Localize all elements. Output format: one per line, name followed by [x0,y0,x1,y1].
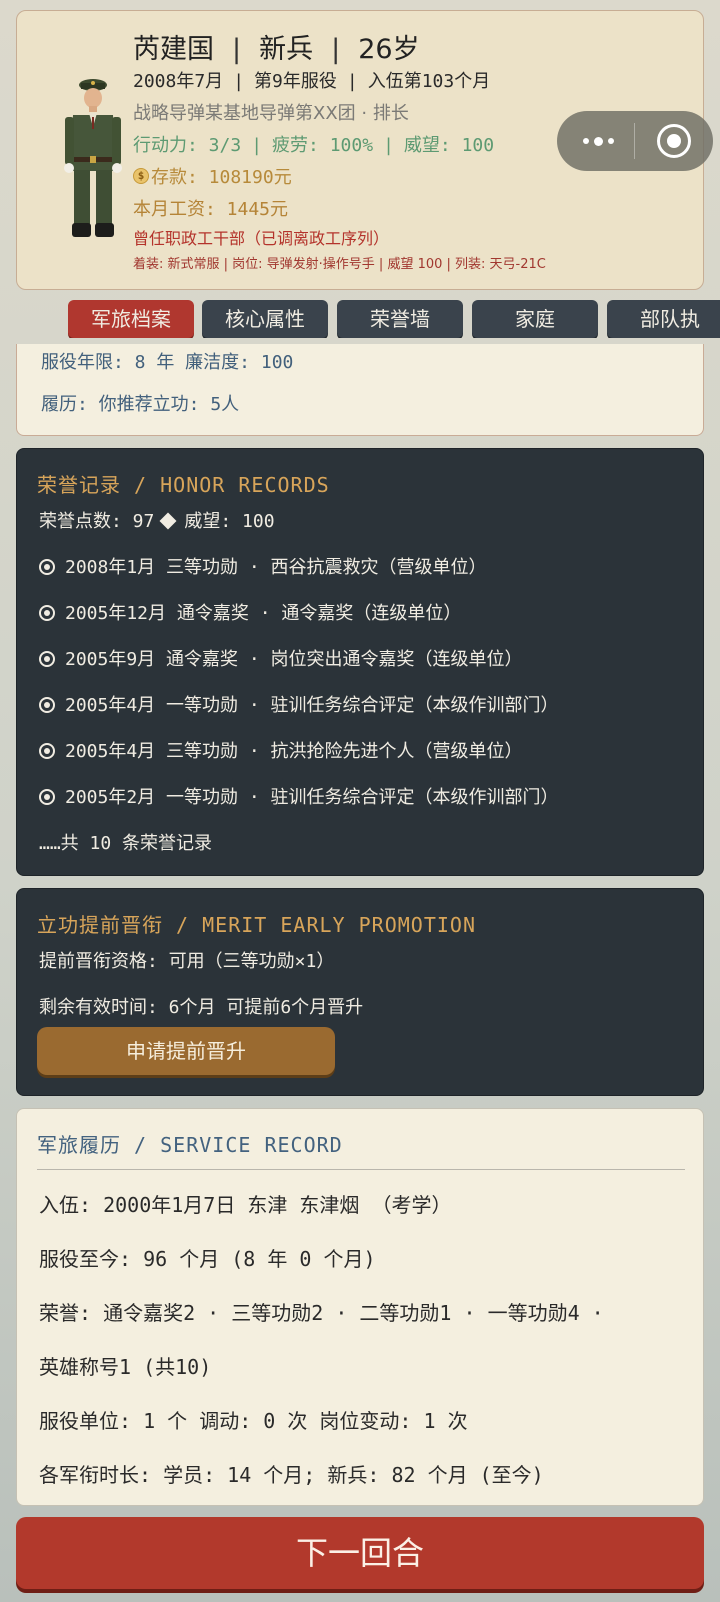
record-icon [39,789,55,805]
profile-header: 芮建国 | 新兵 | 26岁 [133,34,420,65]
service-year: 第9年服役 [254,71,337,92]
honor-record: 2005年2月 一等功勋 · 驻训任务综合评定（本级作训部门） [39,783,559,809]
enlist-months: 入伍第103个月 [367,71,491,92]
former-position: 曾任职政工干部（已调离政工序列） [133,229,390,248]
promotion-eligibility: 提前晋衔资格: 可用（三等功勋×1） [39,951,335,972]
merit-promotion-panel: 立功提前晋衔 / MERIT EARLY PROMOTION 提前晋衔资格: 可… [16,888,704,1096]
profile-card: 芮建国 | 新兵 | 26岁 2008年7月 | 第9年服役 | 入伍第103个月 战略导弹某基… [16,10,713,290]
tab-archive[interactable]: 军旅档案 [68,300,194,338]
action-points: 行动力: 3/3 [133,135,242,156]
honor-record: 2008年1月 三等功勋 · 西谷抗震救灾（营级单位） [39,553,487,579]
honor-points: 荣誉点数: 97 [39,511,155,532]
tab-family[interactable]: 家庭 [472,300,598,338]
savings-line: $ 存款: 108190元 [133,163,292,189]
savings: 存款: 108190元 [151,167,292,188]
honor-record-text: 2005年9月 通令嘉奖 · 岗位突出通令嘉奖（连级单位） [65,649,523,670]
apply-early-promotion-button[interactable]: 申请提前晋升 [37,1027,335,1075]
monthly-wage: 本月工资: 1445元 [133,199,289,220]
equipment-line: 着装: 新式常服 | 岗位: 导弹发射·操作号手 | 威望 100 | 列装: … [133,257,546,272]
service-line: 服役单位: 1 个 调动: 0 次 岗位变动: 1 次 [39,1409,468,1433]
service-years: 服役年限: 8 年 廉洁度: 100 [41,352,294,373]
merit-title: 立功提前晋衔 / MERIT EARLY PROMOTION [37,913,476,937]
profile-name: 芮建国 [133,34,214,65]
tab-bar: 军旅档案 核心属性 荣誉墙 家庭 部队执 [0,300,720,338]
honor-record-text: 2008年1月 三等功勋 · 西谷抗震救灾（营级单位） [65,557,487,578]
soldier-avatar-icon [64,79,122,237]
prestige: 威望: 100 [403,135,495,156]
diamond-icon [159,512,177,530]
honor-records-panel: 荣誉记录 / HONOR RECORDS 荣誉点数: 97 威望: 100 200… [16,448,704,876]
recommendation-record: 履历: 你推荐立功: 5人 [41,394,240,415]
service-line: 各军衔时长: 学员: 14 个月; 新兵: 82 个月 (至今) [39,1463,544,1487]
record-icon [39,697,55,713]
honor-record-text: 2005年12月 通令嘉奖 · 通令嘉奖（连级单位） [65,603,462,624]
honor-record-text: 2005年2月 一等功勋 · 驻训任务综合评定（本级作训部门） [65,787,559,808]
archive-panel: 服役年限: 8 年 廉洁度: 100 履历: 你推荐立功: 5人 [16,344,704,436]
record-icon [39,559,55,575]
fatigue: 疲劳: 100% [272,135,374,156]
honor-record-text: 2005年4月 一等功勋 · 驻训任务综合评定（本级作训部门） [65,695,559,716]
current-date: 2008年7月 [133,71,224,92]
promotion-remaining: 剩余有效时间: 6个月 可提前6个月晋升 [39,997,364,1018]
profile-rank: 新兵 [259,34,314,65]
tab-core-attributes[interactable]: 核心属性 [202,300,328,338]
miniprogram-capsule [557,111,713,171]
honor-record-text: 2005年4月 三等功勋 · 抗洪抢险先进个人（营级单位） [65,741,523,762]
honor-record: 2005年4月 三等功勋 · 抗洪抢险先进个人（营级单位） [39,737,523,763]
service-record-panel: 军旅履历 / SERVICE RECORD 入伍: 2000年1月7日 东津 东… [16,1108,704,1506]
honor-record: 2005年12月 通令嘉奖 · 通令嘉奖（连级单位） [39,599,461,625]
tab-unit-duty[interactable]: 部队执 [607,300,720,338]
record-icon [39,605,55,621]
honor-summary: 荣誉点数: 97 威望: 100 [39,507,275,533]
profile-age: 26岁 [358,34,420,65]
profile-stats: 行动力: 3/3 | 疲劳: 100% | 威望: 100 [133,135,495,156]
honor-total: ……共 10 条荣誉记录 [39,833,213,854]
divider [37,1169,685,1170]
service-line: 服役至今: 96 个月 (8 年 0 个月) [39,1247,376,1271]
service-title: 军旅履历 / SERVICE RECORD [37,1133,343,1157]
record-icon [39,651,55,667]
coin-icon: $ [133,168,149,184]
record-icon [39,743,55,759]
next-turn-button[interactable]: 下一回合 [16,1517,704,1589]
capsule-divider [634,123,635,159]
tab-honor-wall[interactable]: 荣誉墙 [337,300,463,338]
profile-date-line: 2008年7月 | 第9年服役 | 入伍第103个月 [133,71,491,92]
honor-title: 荣誉记录 / HONOR RECORDS [37,473,330,497]
honor-record: 2005年9月 通令嘉奖 · 岗位突出通令嘉奖（连级单位） [39,645,523,671]
honor-prestige: 威望: 100 [184,511,275,532]
honor-record: 2005年4月 一等功勋 · 驻训任务综合评定（本级作训部门） [39,691,559,717]
close-miniprogram-icon[interactable] [657,124,691,158]
profile-unit: 战略导弹某基地导弹第XX团 · 排长 [133,103,409,124]
service-line: 荣誉: 通令嘉奖2 · 三等功勋2 · 二等功勋1 · 一等功勋4 · [39,1301,604,1325]
service-line: 英雄称号1 (共10) [39,1355,212,1379]
more-options-icon[interactable] [575,123,631,159]
service-line: 入伍: 2000年1月7日 东津 东津烟 （考学） [39,1193,452,1217]
